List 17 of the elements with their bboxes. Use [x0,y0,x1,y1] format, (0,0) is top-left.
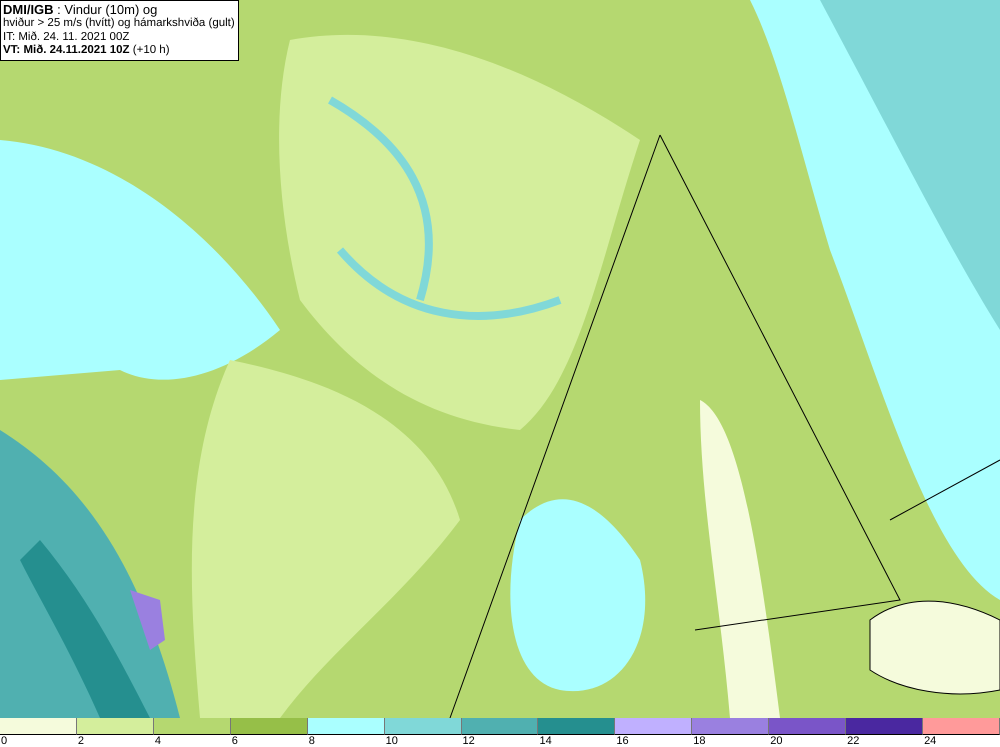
legend-tick-label: 4 [154,735,161,747]
title-text: VT: Mið. 24.11.2021 10Z (+10 h) [3,44,171,58]
legend-tick-label: 6 [230,735,238,747]
legend-tick-label: 12 [462,735,475,747]
legend-tick-label: 14 [538,735,552,747]
legend-tick-label: 0 [0,735,8,747]
legend-tick-label: 20 [769,735,782,747]
legend-tick-label: 18 [692,735,706,747]
legend-tick-label: 24 [923,735,936,747]
legend-tick-label: 22 [846,735,860,747]
legend-tick-label: 10 [384,735,398,747]
legend-tick-label: 8 [308,735,315,747]
legend-tick-label: 16 [615,735,629,747]
title-text: IT: Mið. 24. 11. 2021 00Z [3,30,130,44]
legend-tick-label: 2 [76,735,84,747]
title-text: DMI/IGB : Vindur (10m) og [3,2,158,17]
title-text: hviður > 25 m/s (hvítt) og hámarkshviða (gult) [3,17,235,30]
